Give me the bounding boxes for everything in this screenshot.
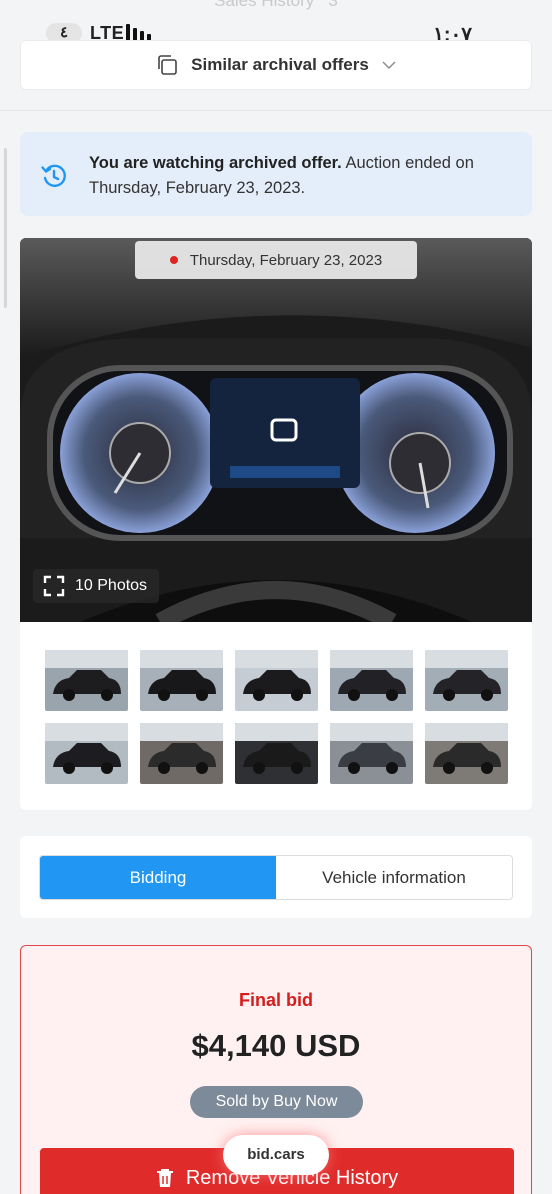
tab-bidding[interactable]: Bidding	[40, 856, 276, 899]
thumbnail-image	[425, 723, 508, 784]
live-dot-icon	[169, 256, 178, 264]
history-icon	[41, 164, 66, 187]
thumbnail-dashboard[interactable]	[235, 723, 318, 784]
photos-count: 10 Photos	[75, 577, 148, 594]
thumbnail-rear-left[interactable]	[140, 650, 223, 711]
divider	[0, 110, 552, 111]
watermark: bid.cars	[223, 1135, 329, 1175]
auction-date-pill: Thursday, February 23, 2023	[135, 241, 417, 279]
scrollbar[interactable]	[4, 148, 7, 308]
trash-icon	[156, 1169, 173, 1187]
copy-icon	[158, 55, 177, 75]
notice-text: You are watching archived offer. Auction…	[89, 151, 519, 201]
thumbnail-interior-rear[interactable]	[425, 723, 508, 784]
thumbnail-image	[330, 723, 413, 784]
thumbnail-instrument-cluster[interactable]	[330, 723, 413, 784]
thumbnail-grid	[45, 650, 509, 784]
sales-history-row[interactable]: Sales History 3	[20, 0, 532, 24]
final-bid-label: Final bid	[239, 990, 313, 1010]
final-bid-value: $4,140 USD	[191, 1028, 361, 1063]
tab-bar: Bidding Vehicle information	[39, 855, 513, 900]
fullscreen-icon	[43, 575, 65, 597]
thumbnail-image	[235, 723, 318, 784]
thumbnail-image	[140, 723, 223, 784]
tab-vehicle-information[interactable]: Vehicle information	[276, 856, 512, 899]
thumbnail-image	[140, 650, 223, 711]
sold-status-badge: Sold by Buy Now	[190, 1086, 363, 1118]
tabs-card: Bidding Vehicle information	[20, 836, 532, 918]
thumbnail-front-left[interactable]	[45, 650, 128, 711]
thumbnail-image	[45, 650, 128, 711]
sales-history-label: Sales History	[214, 0, 315, 10]
similar-offers-dropdown[interactable]: Similar archival offers	[20, 40, 532, 90]
thumbnail-image	[235, 650, 318, 711]
auction-date: Thursday, February 23, 2023	[189, 251, 383, 269]
thumbnail-front-right[interactable]	[330, 650, 413, 711]
thumbnail-image	[45, 723, 128, 784]
photos-button[interactable]: 10 Photos	[33, 569, 160, 603]
thumbnail-rear[interactable]	[45, 723, 128, 784]
photo-gallery: Thursday, February 23, 2023 10 Photos	[20, 238, 532, 810]
similar-offers-label: Similar archival offers	[191, 55, 369, 74]
thumbnail-interior-front[interactable]	[140, 723, 223, 784]
thumbnail-rear-right[interactable]	[235, 650, 318, 711]
sales-history-count: 3	[328, 0, 338, 10]
thumbnail-front[interactable]	[425, 650, 508, 711]
main-photo[interactable]	[20, 238, 532, 622]
notice-title: You are watching archived offer.	[89, 154, 342, 172]
thumbnail-image	[330, 650, 413, 711]
chevron-down-icon	[382, 61, 396, 69]
thumbnail-image	[425, 650, 508, 711]
archived-notice: You are watching archived offer. Auction…	[20, 132, 532, 216]
